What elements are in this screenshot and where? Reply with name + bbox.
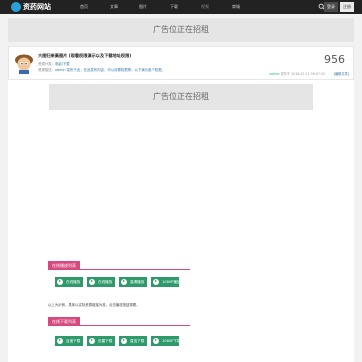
post-title[interactable]: 大图归来高图片 (观看权限演示以及下载地址权限) (38, 53, 131, 59)
download-button-3[interactable]: 直连下载 (119, 336, 147, 346)
play-icon (89, 279, 95, 285)
play-icon (121, 279, 127, 285)
download-button-1-label: 百度下载 (66, 339, 81, 343)
download-icon (57, 338, 63, 344)
main-content-panel: 广告位正在招租 在线播放列表 在线播放 在线播放 高清播放 1080P播放 以上… (8, 80, 354, 362)
ad-banner-top[interactable]: 广告位正在招租 (8, 18, 354, 42)
post-description-label: 资源描述： (38, 68, 55, 72)
download-button-2-label: 迅雷下载 (98, 339, 113, 343)
login-button[interactable]: 登录 (324, 2, 338, 12)
post-category-label: 资源分类： (38, 62, 55, 66)
download-button-4[interactable]: 1080P下载 (151, 336, 181, 346)
online-play-button-4[interactable]: 1080P播放 (151, 277, 181, 287)
nav-item-downloads[interactable]: 下载 (170, 4, 178, 10)
register-button[interactable]: 注册 (340, 2, 354, 12)
play-notice-text: 以上为示例，具体以实际资源链接为准，点击播放按钮观看。 (48, 303, 140, 307)
download-button-4-label: 1080P下载 (162, 339, 181, 343)
ad-banner-inner[interactable]: 广告位正在招租 (49, 84, 313, 110)
download-icon (153, 338, 159, 344)
online-play-button-1-label: 在线播放 (66, 280, 81, 284)
post-meta: admin 发布于 2016-02-11 09:07:32 (270, 71, 325, 76)
nav-item-home[interactable]: 首页 (80, 4, 88, 10)
download-button-2[interactable]: 迅雷下载 (87, 336, 115, 346)
site-name[interactable]: 资药网站 (23, 2, 51, 12)
post-description-text: admin 发布于此，在此发布内容，可以设置权限等，以下演示各个权限。 (54, 68, 165, 72)
online-play-button-3-label: 高清播放 (130, 280, 145, 284)
nav-item-videos[interactable]: 视频 (201, 4, 209, 10)
play-icon (57, 279, 63, 285)
online-play-button-3[interactable]: 高清播放 (119, 277, 147, 287)
download-button-3-label: 直连下载 (130, 339, 145, 343)
online-play-button-4-label: 1080P播放 (162, 280, 181, 284)
download-section-bar (48, 325, 190, 326)
post-header-card: 大图归来高图片 (观看权限演示以及下载地址权限) 资源分类：电影/下载 资源描述… (8, 46, 354, 80)
view-count: 956 (324, 53, 345, 66)
top-nav-bar: 资药网站 首页 文章 图片 下载 视频 商城 登录 注册 (0, 0, 362, 14)
download-icon (89, 338, 95, 344)
nav-item-images[interactable]: 图片 (139, 4, 147, 10)
online-play-button-1[interactable]: 在线播放 (55, 277, 83, 287)
edit-post-link[interactable]: [编辑文章] (334, 71, 349, 76)
post-category-link[interactable]: 电影/下载 (55, 62, 70, 66)
author-avatar[interactable] (13, 52, 35, 74)
post-author[interactable]: admin (270, 72, 280, 76)
online-play-section-bar (48, 269, 190, 270)
post-date: 发布于 2016-02-11 09:07:32 (280, 72, 325, 76)
post-description: 资源描述：admin 发布于此，在此发布内容，可以设置权限等，以下演示各个权限。 (38, 67, 165, 72)
download-icon (121, 338, 127, 344)
play-icon (153, 279, 159, 285)
nav-item-articles[interactable]: 文章 (110, 4, 118, 10)
site-logo-icon[interactable] (11, 2, 21, 12)
online-play-button-2[interactable]: 在线播放 (87, 277, 115, 287)
post-category: 资源分类：电影/下载 (38, 61, 70, 66)
download-button-1[interactable]: 百度下载 (55, 336, 83, 346)
online-play-button-2-label: 在线播放 (98, 280, 113, 284)
nav-item-mall[interactable]: 商城 (232, 4, 240, 10)
